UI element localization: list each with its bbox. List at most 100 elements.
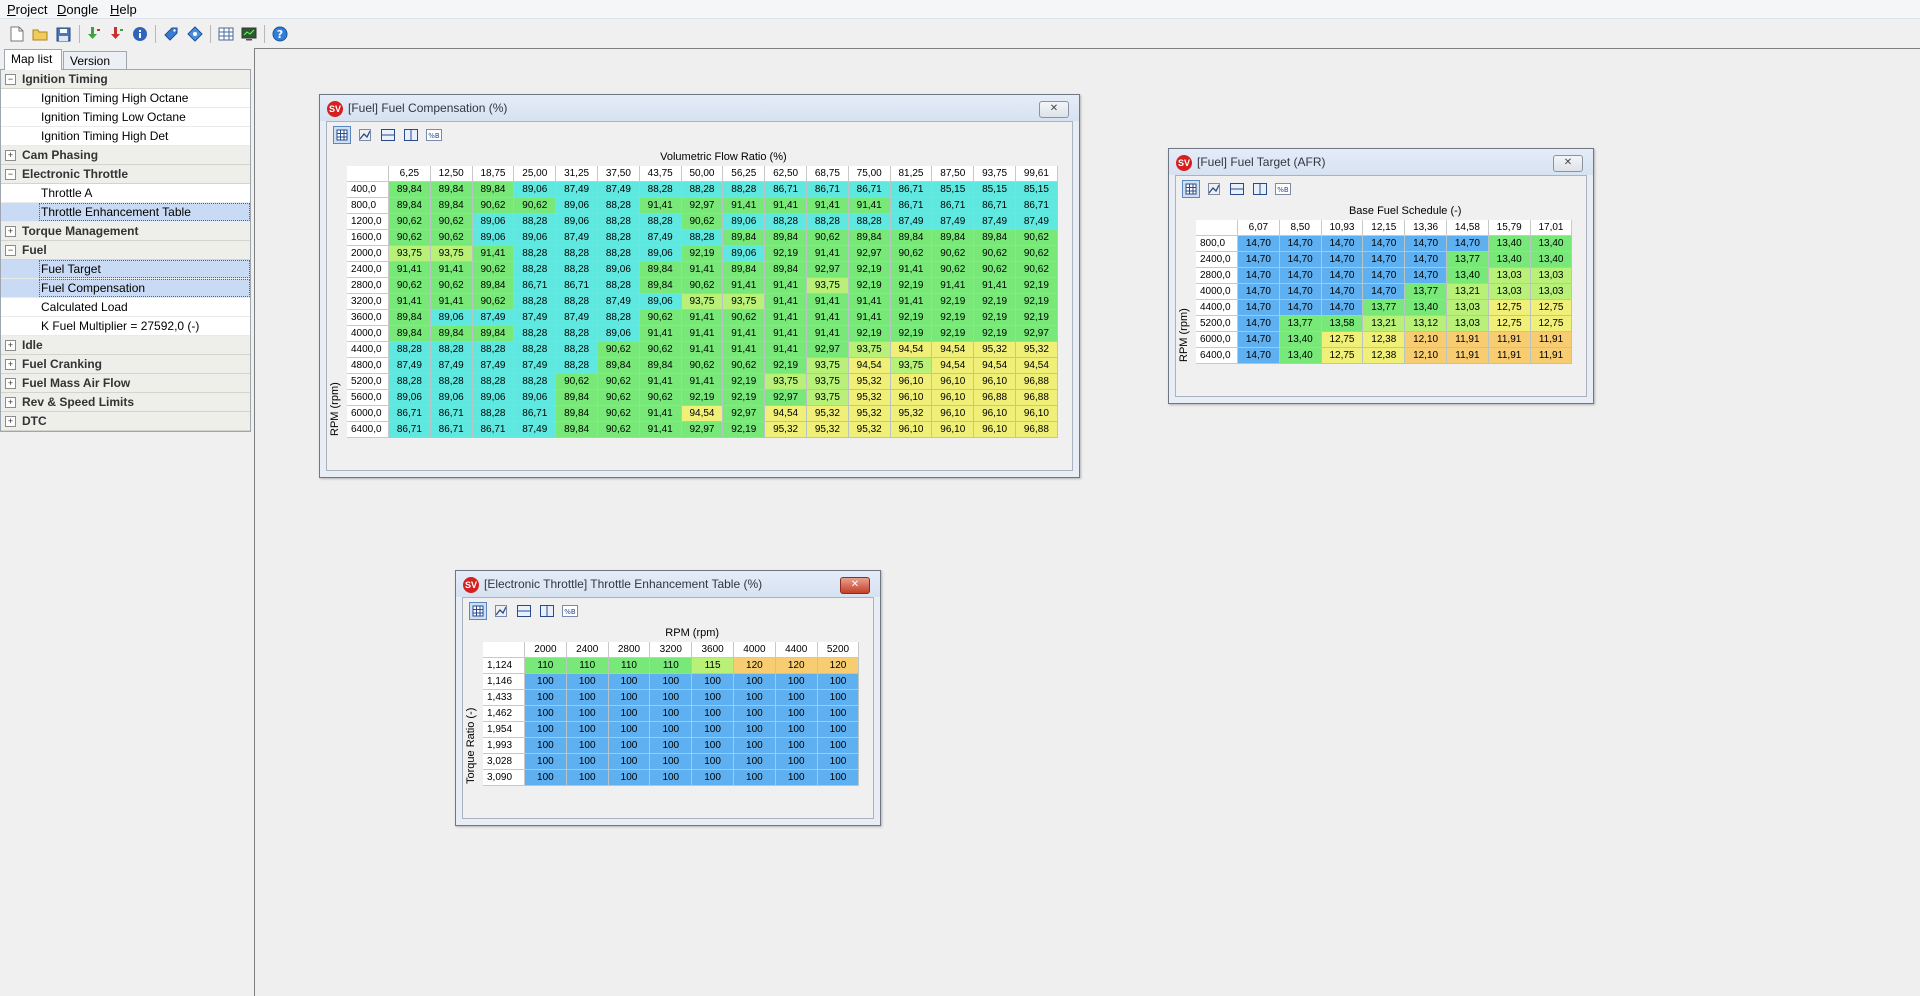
- table-cell[interactable]: 88,28: [639, 214, 682, 230]
- table-cell[interactable]: 96,10: [932, 422, 975, 438]
- table-cell[interactable]: 89,06: [723, 246, 766, 262]
- table-cell[interactable]: 100: [608, 690, 651, 706]
- table-cell[interactable]: 88,28: [472, 342, 515, 358]
- row-graph-icon[interactable]: [1228, 180, 1246, 198]
- row-header[interactable]: 2000,0: [347, 246, 389, 262]
- row-header[interactable]: 1,433: [483, 690, 525, 706]
- table-cell[interactable]: 13,40: [1530, 252, 1573, 268]
- table-cell[interactable]: 100: [566, 722, 609, 738]
- table-cell[interactable]: 90,62: [681, 214, 724, 230]
- table-cell[interactable]: 100: [566, 690, 609, 706]
- table-cell[interactable]: 91,41: [807, 294, 849, 310]
- table-cell[interactable]: 92,19: [681, 246, 724, 262]
- row-header[interactable]: 3,028: [483, 754, 525, 770]
- table-cell[interactable]: 91,41: [765, 294, 807, 310]
- table-cell[interactable]: 86,71: [807, 182, 849, 198]
- table-cell[interactable]: 14,70: [1405, 236, 1447, 252]
- table-cell[interactable]: 100: [734, 690, 776, 706]
- table-cell[interactable]: 94,54: [974, 358, 1016, 374]
- column-header[interactable]: 12,15: [1363, 220, 1406, 236]
- table-cell[interactable]: 14,70: [1279, 236, 1322, 252]
- table-cell[interactable]: 85,15: [1016, 182, 1058, 198]
- row-header[interactable]: 1600,0: [347, 230, 389, 246]
- column-header[interactable]: 5200: [817, 642, 860, 658]
- table-cell[interactable]: 88,28: [723, 182, 766, 198]
- table-cell[interactable]: 92,19: [848, 262, 891, 278]
- table-cell[interactable]: 11,91: [1488, 348, 1531, 364]
- table-cell[interactable]: 87,49: [639, 230, 682, 246]
- table-cell[interactable]: 93,75: [807, 358, 849, 374]
- table-cell[interactable]: 96,88: [1016, 422, 1058, 438]
- menu-project[interactable]: Project: [7, 2, 47, 17]
- table-cell[interactable]: 100: [650, 722, 693, 738]
- window-title-bar[interactable]: SV [Fuel] Fuel Target (AFR) ✕: [1169, 149, 1593, 175]
- column-header[interactable]: 6,07: [1238, 220, 1280, 236]
- table-cell[interactable]: 96,10: [1016, 406, 1058, 422]
- table-cell[interactable]: 92,19: [848, 278, 891, 294]
- table-cell[interactable]: 91,41: [389, 294, 431, 310]
- table-cell[interactable]: 89,84: [389, 326, 431, 342]
- table-cell[interactable]: 90,62: [974, 246, 1016, 262]
- table-cell[interactable]: 14,70: [1238, 316, 1280, 332]
- table-cell[interactable]: 120: [734, 658, 776, 674]
- table-cell[interactable]: 95,32: [848, 406, 891, 422]
- table-cell[interactable]: 110: [525, 658, 567, 674]
- table-cell[interactable]: 13,03: [1530, 284, 1573, 300]
- table-cell[interactable]: 88,28: [848, 214, 891, 230]
- table-cell[interactable]: 14,70: [1447, 236, 1489, 252]
- expand-icon[interactable]: +: [5, 397, 16, 408]
- map-table[interactable]: 2000 2400 2800 3200 3600 4000 4400 5200 1,124 110…: [483, 642, 860, 786]
- map-table[interactable]: 6,07 8,50 10,93 12,15 13,36 14,58 15,79 17,01 80…: [1196, 220, 1573, 364]
- row-header[interactable]: 1,124: [483, 658, 525, 674]
- table-cell[interactable]: 91,41: [848, 310, 891, 326]
- table-cell[interactable]: 90,62: [932, 246, 975, 262]
- table-cell[interactable]: 90,62: [430, 230, 473, 246]
- table-cell[interactable]: 90,62: [681, 278, 724, 294]
- table-cell[interactable]: 92,97: [723, 406, 766, 422]
- 3d-graph-icon[interactable]: [356, 126, 374, 144]
- column-header[interactable]: 8,50: [1279, 220, 1322, 236]
- table-cell[interactable]: 110: [566, 658, 609, 674]
- grid-view-icon[interactable]: [333, 126, 351, 144]
- table-cell[interactable]: 96,10: [974, 406, 1016, 422]
- table-cell[interactable]: 88,28: [430, 374, 473, 390]
- table-cell[interactable]: 88,28: [514, 374, 557, 390]
- table-cell[interactable]: 86,71: [765, 182, 807, 198]
- table-cell[interactable]: 94,54: [890, 342, 933, 358]
- table-cell[interactable]: 100: [525, 722, 567, 738]
- column-header[interactable]: 43,75: [639, 166, 682, 182]
- table-cell[interactable]: 92,19: [723, 422, 766, 438]
- table-cell[interactable]: 91,41: [639, 198, 682, 214]
- table-cell[interactable]: 120: [817, 658, 860, 674]
- table-cell[interactable]: 88,28: [556, 326, 598, 342]
- collapse-icon[interactable]: −: [5, 245, 16, 256]
- table-cell[interactable]: 100: [775, 754, 818, 770]
- table-cell[interactable]: 12,75: [1488, 316, 1531, 332]
- table-cell[interactable]: 93,75: [890, 358, 933, 374]
- table-cell[interactable]: 96,10: [974, 422, 1016, 438]
- column-header[interactable]: 68,75: [807, 166, 849, 182]
- table-cell[interactable]: 100: [566, 706, 609, 722]
- table-cell[interactable]: 12,10: [1405, 348, 1447, 364]
- table-cell[interactable]: 100: [650, 690, 693, 706]
- column-header[interactable]: 14,58: [1447, 220, 1489, 236]
- table-cell[interactable]: 100: [525, 738, 567, 754]
- table-cell[interactable]: 100: [692, 690, 734, 706]
- table-cell[interactable]: 14,70: [1363, 252, 1406, 268]
- fuel-compensation-window[interactable]: SV [Fuel] Fuel Compensation (%) ✕ %B Volumet…: [319, 94, 1080, 478]
- table-cell[interactable]: 11,91: [1488, 332, 1531, 348]
- table-cell[interactable]: 95,32: [890, 406, 933, 422]
- column-header[interactable]: 6,25: [389, 166, 431, 182]
- table-cell[interactable]: 120: [775, 658, 818, 674]
- table-cell[interactable]: 89,84: [890, 230, 933, 246]
- table-cell[interactable]: 86,71: [472, 422, 515, 438]
- monitor-icon[interactable]: [239, 24, 259, 44]
- menu-dongle[interactable]: Dongle: [57, 2, 98, 17]
- tree-item[interactable]: Ignition Timing High Det: [1, 127, 250, 146]
- info-icon[interactable]: [130, 24, 150, 44]
- table-cell[interactable]: 13,12: [1405, 316, 1447, 332]
- tag-icon[interactable]: [161, 24, 181, 44]
- table-cell[interactable]: 89,84: [598, 358, 640, 374]
- row-header[interactable]: 800,0: [1196, 236, 1238, 252]
- row-header[interactable]: 6000,0: [1196, 332, 1238, 348]
